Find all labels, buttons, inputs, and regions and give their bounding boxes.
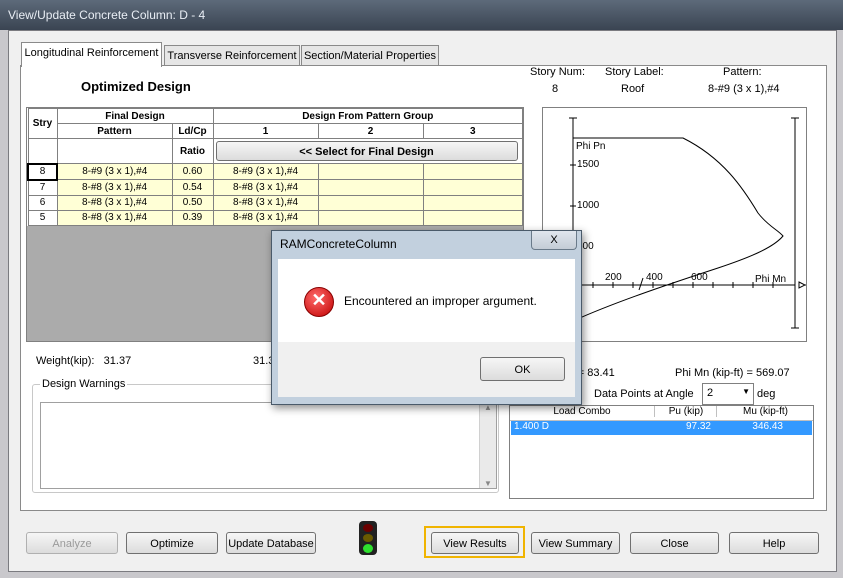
view-summary-button[interactable]: View Summary	[531, 532, 620, 554]
tab-transverse-reinforcement[interactable]: Transverse Reinforcement	[164, 45, 300, 66]
pattern-value: 8-#9 (3 x 1),#4	[708, 83, 780, 95]
load-combo-table: Load Combo Pu (kip) Mu (kip-ft) 1.400 D …	[509, 405, 814, 499]
dialog-body: ✕ Encountered an improper argument.	[278, 259, 575, 342]
chevron-down-icon: ▼	[742, 387, 750, 396]
analyze-button[interactable]: Analyze	[26, 532, 118, 554]
plot-y-tick-1500: 1500	[577, 159, 600, 170]
select-for-final-design-button[interactable]: << Select for Final Design	[215, 141, 518, 161]
title-bar: View/Update Concrete Column: D - 4	[0, 0, 843, 30]
phi-mn-readout: Phi Mn (kip-ft) = 569.07	[675, 367, 790, 379]
table-row[interactable]: 5 8-#8 (3 x 1),#4 0.39 8-#8 (3 x 1),#4	[27, 209, 523, 226]
story-num-label: Story Num:	[530, 66, 586, 78]
design-warnings-label: Design Warnings	[40, 378, 128, 390]
header-ldcp: Ld/Cp	[171, 123, 214, 139]
header-final-design: Final Design	[56, 108, 214, 124]
page-title: Optimized Design	[81, 79, 191, 94]
header-col-3: 3	[422, 123, 523, 139]
weight-label: Weight(kip): 31.37	[36, 355, 132, 367]
story-label-label: Story Label:	[605, 66, 664, 78]
close-icon: X	[550, 234, 558, 246]
load-table-header: Load Combo Pu (kip) Mu (kip-ft)	[510, 406, 813, 421]
tab-longitudinal-reinforcement[interactable]: Longitudinal Reinforcement	[21, 42, 162, 67]
header-pattern-group: Design From Pattern Group	[212, 108, 523, 124]
ok-button[interactable]: OK	[480, 357, 565, 381]
dialog-footer: OK	[278, 342, 575, 397]
view-results-button[interactable]: View Results	[431, 532, 519, 554]
traffic-light-icon	[359, 521, 377, 555]
dialog-title: RAMConcreteColumn	[280, 237, 397, 251]
plot-y-label: Phi Pn	[576, 141, 606, 152]
dialog-message: Encountered an improper argument.	[344, 294, 537, 308]
header-stry: Stry	[27, 108, 58, 139]
error-icon: ✕	[304, 287, 334, 317]
plot-x-tick-600: 600	[691, 272, 708, 283]
header-col-2: 2	[317, 123, 424, 139]
close-button[interactable]: Close	[630, 532, 719, 554]
plot-y-tick-1000: 1000	[577, 200, 600, 211]
plot-x-tick-200: 200	[605, 272, 622, 283]
header-ratio: Ratio	[171, 138, 214, 164]
weight-value: 31.37	[103, 355, 132, 367]
plot-x-label: Phi Mn	[755, 274, 787, 285]
table-row[interactable]: 7 8-#8 (3 x 1),#4 0.54 8-#8 (3 x 1),#4	[27, 179, 523, 196]
tab-section-material-properties[interactable]: Section/Material Properties	[301, 45, 439, 66]
angle-label: Data Points at Angle	[594, 388, 694, 400]
table-row[interactable]: 6 8-#8 (3 x 1),#4 0.50 8-#8 (3 x 1),#4	[27, 194, 523, 211]
header-pattern: Pattern	[56, 123, 173, 139]
story-num-value: 8	[552, 83, 559, 95]
warnings-scrollbar[interactable]: ▲ ▼	[479, 403, 496, 488]
angle-unit: deg	[757, 388, 776, 400]
window-title: View/Update Concrete Column: D - 4	[8, 8, 206, 22]
error-dialog: RAMConcreteColumn X ✕ Encountered an imp…	[271, 230, 582, 405]
story-label-value: Roof	[621, 83, 645, 95]
help-button[interactable]: Help	[729, 532, 819, 554]
pattern-label: Pattern:	[723, 66, 762, 78]
design-table: Stry Final Design Design From Pattern Gr…	[27, 108, 523, 226]
optimize-button[interactable]: Optimize	[126, 532, 218, 554]
header-col-1: 1	[212, 123, 319, 139]
update-database-button[interactable]: Update Database	[226, 532, 316, 554]
angle-select[interactable]: 2 ▼	[702, 383, 754, 405]
plot-x-tick-400: 400	[646, 272, 663, 283]
dialog-close-button[interactable]: X	[531, 231, 577, 250]
design-warnings-box[interactable]: ▲ ▼	[40, 402, 497, 489]
table-row[interactable]: 8 8-#9 (3 x 1),#4 0.60 8-#9 (3 x 1),#4	[27, 162, 523, 181]
load-table-row[interactable]: 1.400 D 97.32 346.43	[511, 421, 812, 435]
